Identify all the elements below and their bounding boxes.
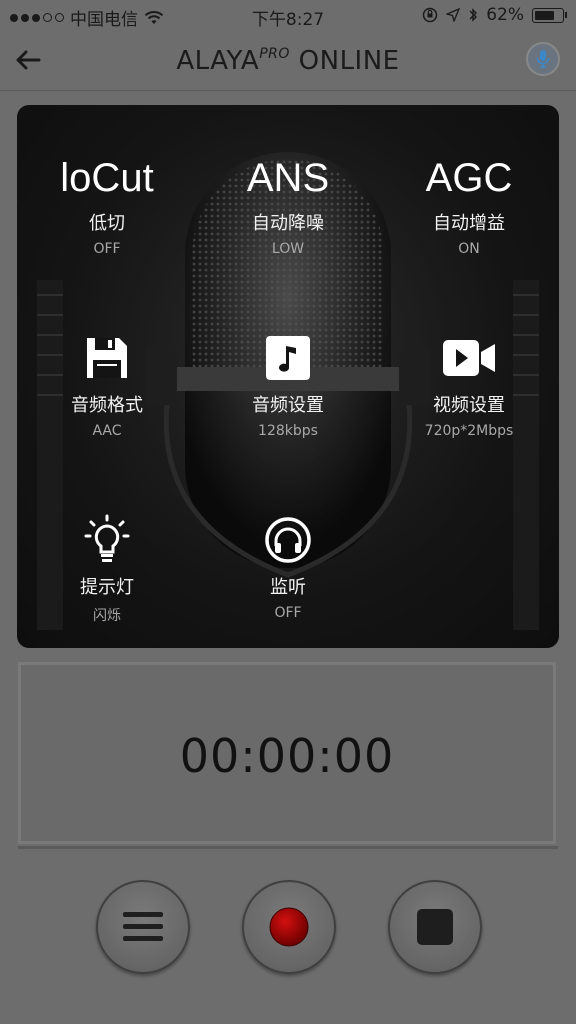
ans-setting[interactable]: ANS 自动降噪 LOW [198, 155, 378, 257]
elapsed-time: 00:00:00 [179, 729, 395, 783]
status-bar: 中国电信 下午8:27 62% [0, 0, 576, 30]
settings-panel: loCut 低切 OFF ANS 自动降噪 LOW AGC 自动增益 ON 音频… [17, 105, 559, 648]
record-button[interactable] [242, 880, 336, 974]
audio-settings-value: 128kbps [258, 423, 318, 439]
status-right: 62% [422, 5, 567, 25]
video-settings-label: 视频设置 [433, 395, 505, 416]
monitor-setting[interactable]: 监听 OFF [198, 515, 378, 621]
floppy-disk-icon [87, 338, 127, 378]
ans-title: ANS [246, 156, 330, 200]
title-tail: ONLINE [289, 46, 400, 76]
battery-percent: 62% [486, 5, 524, 25]
audio-format-label: 音频格式 [71, 395, 143, 416]
audio-format-value: AAC [92, 423, 122, 439]
nav-bar: ALAYAPRO ONLINE [0, 30, 576, 90]
ans-value: LOW [271, 241, 305, 257]
battery-icon [532, 7, 567, 23]
music-note-icon [266, 336, 310, 380]
monitor-label: 监听 [270, 577, 306, 598]
audio-format-setting[interactable]: 音频格式 AAC [17, 333, 197, 439]
video-camera-icon [443, 340, 495, 376]
orientation-lock-icon [422, 7, 438, 23]
video-settings-setting[interactable]: 视频设置 720p*2Mbps [379, 333, 559, 439]
bluetooth-icon [469, 8, 478, 22]
menu-button[interactable] [96, 880, 190, 974]
title-main: ALAYA [176, 46, 260, 76]
page-title: ALAYAPRO ONLINE [0, 46, 576, 76]
agc-title: AGC [425, 156, 513, 200]
location-icon [446, 8, 461, 22]
timer-display: 00:00:00 [18, 662, 556, 844]
locut-title: loCut [60, 156, 154, 200]
record-icon [269, 907, 309, 947]
locut-value: OFF [93, 241, 121, 257]
stop-icon [417, 909, 453, 945]
timer-divider [18, 846, 558, 849]
video-settings-value: 720p*2Mbps [424, 423, 514, 439]
agc-label: 自动增益 [433, 213, 505, 234]
nav-divider [0, 90, 576, 91]
monitor-value: OFF [274, 605, 302, 621]
headphones-icon [265, 517, 311, 563]
title-superscript: PRO [259, 46, 290, 62]
indicator-light-value: 闪烁 [93, 608, 121, 624]
stop-button[interactable] [388, 880, 482, 974]
locut-setting[interactable]: loCut 低切 OFF [17, 155, 197, 257]
indicator-light-setting[interactable]: 提示灯 闪烁 [17, 514, 197, 625]
agc-setting[interactable]: AGC 自动增益 ON [379, 155, 559, 257]
audio-settings-label: 音频设置 [252, 395, 324, 416]
audio-settings-setting[interactable]: 音频设置 128kbps [198, 333, 378, 439]
indicator-light-label: 提示灯 [80, 577, 134, 598]
microphone-icon [536, 50, 550, 68]
hamburger-menu-icon [123, 912, 163, 941]
microphone-button[interactable] [526, 42, 560, 76]
agc-value: ON [458, 241, 480, 257]
ans-label: 自动降噪 [252, 213, 324, 234]
locut-label: 低切 [89, 213, 125, 234]
light-bulb-icon [84, 514, 130, 562]
